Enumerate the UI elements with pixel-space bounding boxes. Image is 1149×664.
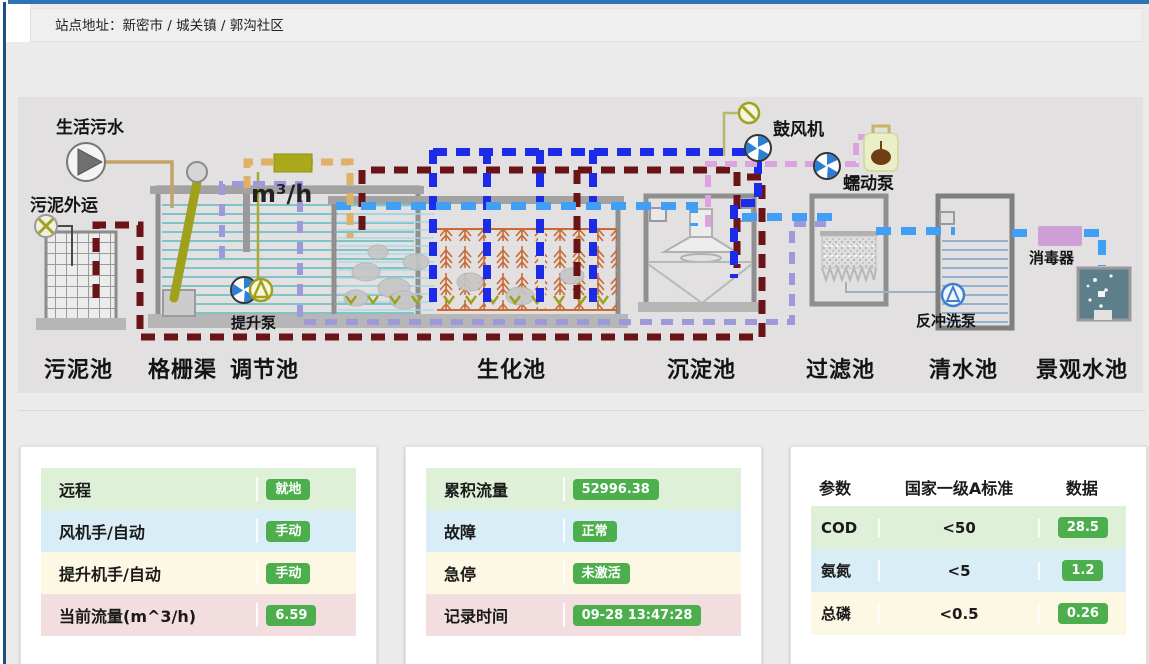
blower-label: 鼓风机 [773, 119, 824, 140]
row-label: 当前流量(m^3/h) [41, 603, 258, 627]
table-row: 氨氮 <5 1.2 [811, 549, 1126, 592]
dosing-jar-icon [864, 126, 898, 171]
param-value-badge: 0.26 [1058, 603, 1108, 624]
page: 站点地址：新密市 / 城关镇 / 郭沟社区 [0, 0, 1149, 664]
param-value-badge: 1.2 [1062, 560, 1103, 581]
site-address-text: 站点地址：新密市 / 城关镇 / 郭沟社区 [55, 18, 284, 34]
param-standard: <0.5 [880, 605, 1040, 623]
process-diagram-svg: 生活污水 污泥外运 m³/h 提升泵 鼓风机 蠕动泵 消毒器 反冲洗泵 污泥池 … [18, 97, 1143, 393]
inflow-pipe [104, 162, 172, 208]
table-row: 故障 正常 [426, 510, 741, 552]
row-label: 急停 [426, 561, 565, 585]
panel-water-quality: 参数 国家一级A标准 数据 COD <50 28.5 氨氮 <5 1.2 总磷 … [790, 446, 1147, 664]
table-header-row: 参数 国家一级A标准 数据 [811, 468, 1126, 506]
sludge-tank [36, 232, 126, 330]
column-header: 参数 [811, 475, 880, 499]
process-flow-diagram: 生活污水 污泥外运 m³/h 提升泵 鼓风机 蠕动泵 消毒器 反冲洗泵 污泥池 … [18, 97, 1143, 393]
table-row: 总磷 <0.5 0.26 [811, 592, 1126, 635]
row-label: 累积流量 [426, 477, 565, 501]
peristaltic-fan-icon [811, 153, 840, 181]
status-badge: 手动 [266, 521, 310, 542]
row-label: 风机手/自动 [41, 519, 258, 543]
column-header: 国家一级A标准 [880, 475, 1038, 499]
param-standard: <5 [880, 562, 1040, 580]
regulating-tank-label: 调节池 [230, 358, 299, 383]
param-value-badge: 28.5 [1058, 517, 1108, 538]
value-badge: 52996.38 [573, 479, 659, 500]
table-row: 当前流量(m^3/h) 6.59 [41, 594, 356, 636]
param-name: 氨氮 [811, 560, 880, 581]
sludge-out-valve-icon [35, 215, 57, 237]
table-row: 急停 未激活 [426, 552, 741, 594]
panel-control-status: 远程 就地 风机手/自动 手动 提升机手/自动 手动 当前流量(m^3/h) 6… [20, 446, 377, 664]
row-label: 提升机手/自动 [41, 561, 258, 585]
sludge-tank-label: 污泥池 [44, 358, 113, 383]
grid-channel-label: 格栅渠 [148, 357, 217, 383]
param-standard: <50 [880, 519, 1040, 537]
status-badge: 就地 [266, 479, 310, 500]
corner-patch [6, 4, 30, 42]
filter-tank-label: 过滤池 [806, 358, 875, 383]
inflow-label: 生活污水 [56, 117, 125, 138]
param-name: 总磷 [811, 603, 880, 624]
table-row: COD <50 28.5 [811, 506, 1126, 549]
site-header: 站点地址：新密市 / 城关镇 / 郭沟社区 [30, 8, 1143, 42]
row-label: 记录时间 [426, 603, 565, 627]
flow-unit-label: m³/h [251, 180, 312, 208]
backwash-pump-icon [942, 284, 964, 306]
backwash-pump-label: 反冲洗泵 [916, 312, 976, 330]
table-row: 记录时间 09-28 13:47:28 [426, 594, 741, 636]
blower-fan-icon [742, 135, 771, 163]
inflow-pump-icon [67, 143, 105, 181]
clean-water-tank [938, 196, 1012, 328]
table-row: 远程 就地 [41, 468, 356, 510]
status-badge: 手动 [266, 563, 310, 584]
clean-water-tank-label: 清水池 [929, 357, 998, 383]
row-label: 故障 [426, 519, 565, 543]
table-row: 累积流量 52996.38 [426, 468, 741, 510]
landscape-pool-label: 景观水池 [1036, 358, 1128, 383]
sludge-out-label: 污泥外运 [30, 195, 98, 216]
column-header: 数据 [1038, 475, 1126, 499]
lift-pump-icon [250, 279, 272, 301]
biochemical-tank-label: 生化池 [477, 357, 546, 383]
peristaltic-pump-label: 蠕动泵 [843, 174, 894, 194]
disinfector-label: 消毒器 [1029, 249, 1075, 267]
table-row: 风机手/自动 手动 [41, 510, 356, 552]
section-divider [18, 410, 1145, 411]
landscape-pool [1078, 268, 1130, 320]
biochemical-tank [326, 196, 628, 328]
flow-meter-block [274, 154, 312, 172]
value-badge: 正常 [573, 521, 617, 542]
param-name: COD [811, 519, 880, 537]
table-row: 提升机手/自动 手动 [41, 552, 356, 594]
status-badge: 6.59 [266, 605, 316, 626]
panel-flow-alarm: 累积流量 52996.38 故障 正常 急停 未激活 记录时间 09-28 13… [405, 446, 762, 664]
blower-valve-icon [739, 103, 759, 123]
filter-tank [812, 196, 938, 304]
lift-pump-label: 提升泵 [231, 314, 276, 332]
row-label: 远程 [41, 477, 258, 501]
sedimentation-tank-label: 沉淀池 [667, 357, 736, 383]
disinfector-block [1038, 226, 1082, 246]
value-badge: 未激活 [573, 563, 630, 584]
timestamp-badge: 09-28 13:47:28 [573, 605, 702, 626]
